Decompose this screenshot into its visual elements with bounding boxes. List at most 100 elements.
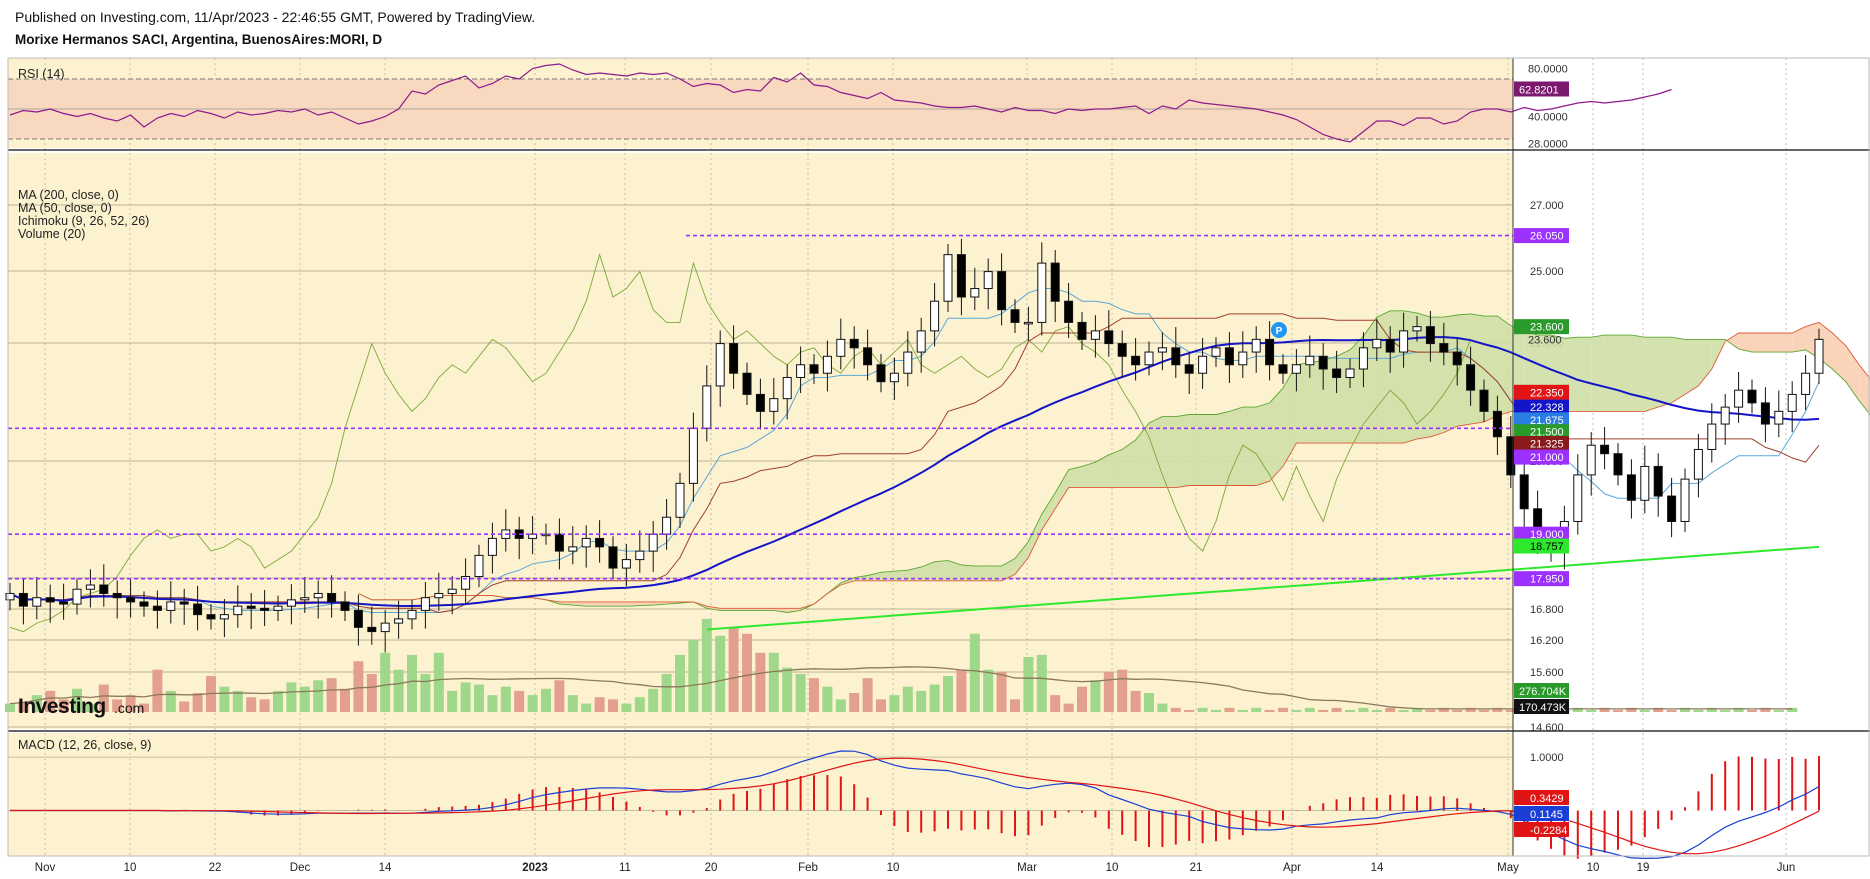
candle-body	[1104, 330, 1114, 345]
volume-bar	[1693, 709, 1704, 713]
volume-bar	[1613, 709, 1623, 713]
volume-bar	[916, 690, 927, 713]
candle-body	[836, 338, 846, 357]
candle-body	[863, 347, 873, 366]
price-label: 23.600	[1530, 322, 1564, 334]
ichimoku-cloud	[1256, 402, 1270, 486]
x-tick-label: 10	[1587, 862, 1600, 874]
candle-body	[5, 592, 15, 601]
investing-logo: Investing	[18, 695, 106, 718]
candle-body	[876, 364, 886, 383]
volume-bar	[1144, 693, 1154, 713]
volume-bar	[1291, 709, 1302, 713]
x-tick-label: Nov	[35, 862, 56, 874]
candle-body	[112, 592, 122, 599]
candle-body	[796, 364, 806, 378]
ichimoku-cloud	[1296, 362, 1310, 444]
ichimoku-cloud	[599, 601, 613, 607]
volume-bar	[1639, 709, 1650, 713]
candle-body	[1506, 436, 1516, 476]
candle-body	[246, 605, 256, 609]
candle-body	[1023, 321, 1033, 325]
volume-bar	[1036, 654, 1047, 713]
candle-body	[1211, 347, 1221, 357]
candle-body	[635, 550, 645, 561]
volume-bar	[661, 673, 672, 713]
candle-body	[1077, 321, 1087, 340]
macd-label: 0.1145	[1530, 809, 1563, 821]
volume-bar	[219, 686, 230, 713]
volume-bar	[1385, 707, 1396, 713]
volume-bar	[822, 686, 833, 713]
x-tick-label: 14	[1371, 862, 1384, 874]
ichimoku-cloud	[1108, 449, 1123, 488]
ichimoku-cloud	[1309, 360, 1324, 444]
indicator-title: Volume (20)	[18, 227, 85, 241]
candle-body	[193, 603, 203, 616]
candle-body	[903, 351, 913, 374]
candle-body	[1492, 410, 1502, 438]
volume-bar	[380, 652, 391, 713]
volume-bar	[1170, 707, 1181, 713]
x-tick-label: Mar	[1017, 862, 1037, 874]
volume-bar	[1398, 709, 1409, 713]
candle-body	[755, 393, 765, 412]
volume-bar	[755, 652, 766, 713]
chart-svg[interactable]: Nov 10 22 Dec 14 2023 11 20 Feb 10 Mar 10 21 Apr 14 May…	[0, 0, 1870, 879]
indicator-title: MA (200, close, 0)	[18, 188, 119, 202]
volume-bar	[420, 673, 431, 713]
candle-body	[45, 597, 55, 603]
volume-bar	[1010, 699, 1020, 713]
ichimoku-cloud	[1162, 416, 1176, 488]
candle-body	[675, 482, 685, 518]
volume-bar	[634, 697, 645, 713]
volume-bar	[943, 676, 953, 713]
candle-body	[1640, 465, 1650, 501]
candle-body	[1399, 330, 1409, 353]
candle-body	[1050, 262, 1060, 302]
x-tick-label: May	[1497, 862, 1519, 874]
candle-body	[18, 592, 28, 607]
volume-bar	[433, 652, 444, 713]
indicator-title: MA (50, close, 0)	[18, 201, 112, 215]
volume-bar	[487, 695, 498, 713]
candle-body	[152, 605, 162, 611]
candle-body	[434, 592, 444, 599]
candle-body	[1707, 423, 1717, 450]
price-y-tick: 25.000	[1530, 266, 1564, 278]
volume-bar	[701, 618, 712, 713]
volume-bar	[474, 684, 484, 713]
volume-bar	[1050, 695, 1061, 713]
candle-body	[1090, 330, 1100, 340]
ichimoku-cloud	[1765, 333, 1779, 353]
volume-bar	[527, 695, 538, 713]
volume-bar	[407, 654, 417, 713]
volume-bar	[1425, 709, 1436, 713]
candle-body	[1680, 478, 1690, 522]
volume-bar	[353, 661, 364, 713]
ichimoku-cloud	[613, 601, 627, 607]
volume-bar	[554, 680, 565, 713]
x-tick-label: 21	[1190, 862, 1203, 874]
candle-body	[849, 338, 859, 349]
candle-body	[769, 398, 779, 412]
candle-body	[1131, 355, 1141, 366]
candle-body	[822, 355, 832, 374]
candle-body	[447, 588, 457, 594]
ichimoku-cloud	[1216, 411, 1230, 486]
candle-body	[1010, 309, 1020, 323]
ichimoku-cloud	[1591, 335, 1605, 412]
indicator-title: Ichimoku (9, 26, 52, 26)	[18, 214, 149, 228]
candle-body	[474, 554, 484, 578]
volume-bar	[983, 669, 994, 713]
ichimoku-cloud	[1202, 414, 1216, 486]
volume-bar	[728, 627, 739, 713]
ichimoku-cloud	[1631, 335, 1645, 412]
ichimoku-cloud	[1752, 333, 1766, 353]
candle-body	[595, 537, 605, 548]
candle-body	[367, 626, 377, 633]
candle-body	[648, 533, 658, 552]
price-label: 22.350	[1530, 387, 1564, 399]
volume-bar	[246, 697, 257, 713]
candle-body	[1305, 355, 1315, 366]
